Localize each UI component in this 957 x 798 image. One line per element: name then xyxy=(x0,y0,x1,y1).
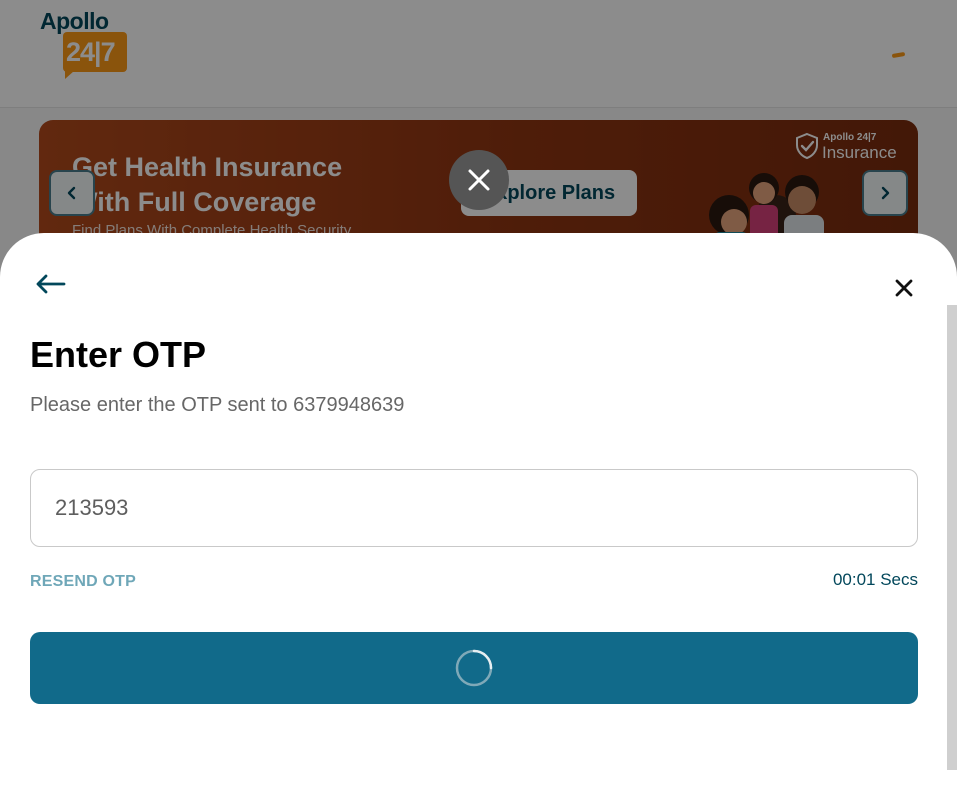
spinner-icon xyxy=(455,649,493,687)
otp-input[interactable] xyxy=(30,469,918,547)
scrollbar[interactable] xyxy=(947,305,957,770)
back-button[interactable] xyxy=(34,270,70,298)
close-button[interactable] xyxy=(889,273,919,303)
close-overlay-button[interactable] xyxy=(449,150,509,210)
otp-title: Enter OTP xyxy=(30,334,207,375)
otp-timer: 00:01 Secs xyxy=(832,570,918,589)
otp-subtitle: Please enter the OTP sent to 6379948639 xyxy=(30,394,405,416)
resend-otp-link[interactable]: RESEND OTP xyxy=(30,573,136,591)
close-icon xyxy=(468,169,490,191)
arrow-left-icon xyxy=(36,274,66,294)
verify-otp-button[interactable] xyxy=(30,632,918,704)
close-icon xyxy=(895,279,913,297)
